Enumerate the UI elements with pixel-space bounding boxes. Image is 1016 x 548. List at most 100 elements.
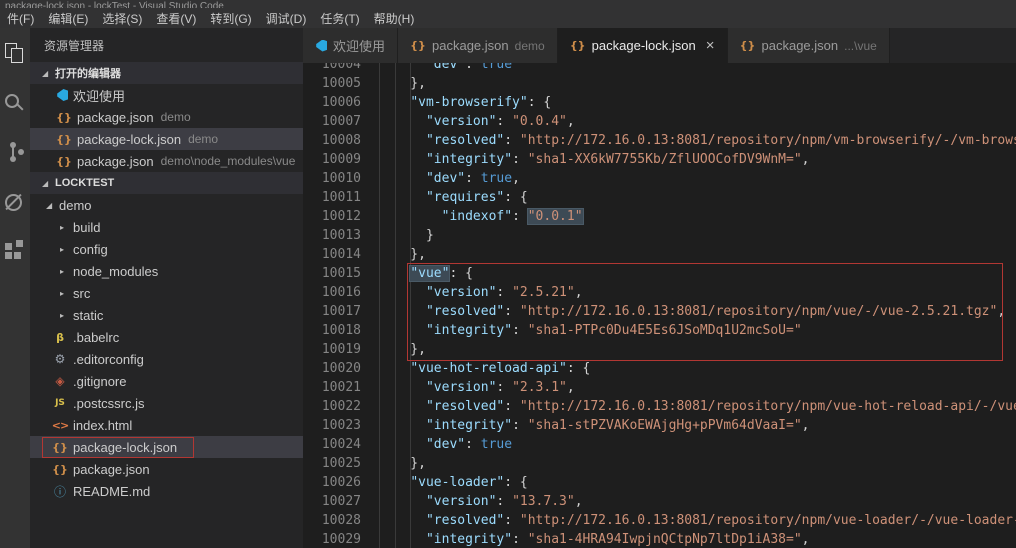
code-line[interactable]: 10026 "vue-loader": { [303, 473, 1016, 492]
line-number: 10028 [321, 513, 361, 528]
menu-item[interactable]: 编辑(E) [41, 10, 95, 27]
folder-node_modules[interactable]: ▸ node_modules [30, 260, 303, 282]
open-editor-item[interactable]: {} package.json demo\node_modules\vue [30, 150, 303, 172]
code-line[interactable]: 10006 "vm-browserify": { [303, 93, 1016, 112]
code-line[interactable]: 10021 "version": "2.3.1", [303, 378, 1016, 397]
folder-demo[interactable]: ◢ demo [30, 194, 303, 216]
line-number: 10006 [321, 95, 361, 110]
line-content: "resolved": "http://172.16.0.13:8081/rep… [425, 399, 1016, 414]
window-title: package-lock.json - lockTest - Visual St… [5, 1, 224, 8]
code-line[interactable]: 10018 "integrity": "sha1-PTPc0Du4E5Es6JS… [303, 321, 1016, 340]
row-label: config [73, 241, 108, 257]
code-line[interactable]: 10013 } [303, 226, 1016, 245]
source-control-icon[interactable] [3, 142, 25, 164]
close-icon[interactable]: × [706, 37, 715, 54]
file-.editorconfig[interactable]: ⚙ .editorconfig [30, 348, 303, 370]
code-line[interactable]: 10017 "resolved": "http://172.16.0.13:80… [303, 302, 1016, 321]
code-area[interactable]: 10004 "dev": true 10005 }, 10006 "vm-brows… [303, 63, 1016, 548]
folder-static[interactable]: ▸ static [30, 304, 303, 326]
editor[interactable]: 10004 "dev": true 10005 }, 10006 "vm-brows… [303, 63, 1016, 548]
tab-欢迎使用[interactable]: 欢迎使用 [303, 28, 399, 63]
file-.babelrc[interactable]: β .babelrc [30, 326, 303, 348]
file-.postcssrc.js[interactable]: JS .postcssrc.js [30, 392, 303, 414]
json-icon: {} [52, 462, 68, 476]
folder-build[interactable]: ▸ build [30, 216, 303, 238]
code-line[interactable]: 10007 "version": "0.0.4", [303, 112, 1016, 131]
tab-package.json[interactable]: {} package.json ...\vue [727, 28, 890, 63]
row-label: README.md [73, 483, 151, 499]
line-number: 10011 [321, 190, 361, 205]
line-content: }, [379, 342, 426, 357]
code-line[interactable]: 10015 "vue": { [303, 264, 1016, 283]
tab-package.json[interactable]: {} package.json demo [398, 28, 558, 63]
editorconfig-icon: ⚙ [54, 352, 66, 366]
menu-item[interactable]: 调试(D) [259, 10, 314, 27]
folder-src[interactable]: ▸ src [30, 282, 303, 304]
line-number: 10022 [321, 399, 361, 414]
code-line[interactable]: 10005 }, [303, 74, 1016, 93]
line-content: "indexof": "0.0.1" [441, 209, 583, 224]
file-README.md[interactable]: ⓘ README.md [30, 480, 303, 502]
code-line[interactable]: 10029 "integrity": "sha1-4HRA94IwpjnQCtp… [303, 530, 1016, 548]
menu-item[interactable]: 件(F) [0, 10, 41, 27]
open-editors-header[interactable]: ◢ 打开的编辑器 [30, 62, 303, 84]
line-content: "vue-hot-reload-api": { [410, 361, 591, 376]
git-icon: ◈ [55, 374, 65, 388]
menu-bar: 件(F) 编辑(E) 选择(S) 查看(V) 转到(G) 调试(D) 任务(T) 帮助(H) [0, 8, 1016, 28]
tree-header[interactable]: ◢ LOCKTEST [30, 172, 303, 194]
chevron-down-icon: ◢ [42, 68, 49, 78]
json-icon: {} [569, 39, 586, 52]
line-content: "integrity": "sha1-XX6kW7755Kb/ZflUOOCof… [425, 152, 810, 167]
line-number: 10014 [321, 247, 361, 262]
open-editor-item[interactable]: {} package.json demo [30, 106, 303, 128]
folder-config[interactable]: ▸ config [30, 238, 303, 260]
title-bar: package-lock.json - lockTest - Visual St… [0, 0, 1016, 8]
line-content: "requires": { [425, 190, 528, 205]
code-line[interactable]: 10022 "resolved": "http://172.16.0.13:80… [303, 397, 1016, 416]
line-number: 10018 [321, 323, 361, 338]
open-editor-item[interactable]: 欢迎使用 [30, 84, 303, 106]
line-number: 10004 [321, 63, 361, 72]
code-line[interactable]: 10024 "dev": true [303, 435, 1016, 454]
code-line[interactable]: 10012 "indexof": "0.0.1" [303, 207, 1016, 226]
debug-icon[interactable] [3, 192, 25, 214]
menu-item[interactable]: 转到(G) [203, 10, 258, 27]
code-line[interactable]: 10020 "vue-hot-reload-api": { [303, 359, 1016, 378]
line-content: "resolved": "http://172.16.0.13:8081/rep… [425, 513, 1016, 528]
code-line[interactable]: 10011 "requires": { [303, 188, 1016, 207]
code-line[interactable]: 10023 "integrity": "sha1-stPZVAKoEWAjgHg… [303, 416, 1016, 435]
row-label: package-lock.json [77, 131, 182, 147]
code-line[interactable]: 10016 "version": "2.5.21", [303, 283, 1016, 302]
line-number: 10005 [321, 76, 361, 91]
code-line[interactable]: 10027 "version": "13.7.3", [303, 492, 1016, 511]
menu-item[interactable]: 选择(S) [95, 10, 149, 27]
tree-header-label: LOCKTEST [55, 177, 115, 189]
file-.gitignore[interactable]: ◈ .gitignore [30, 370, 303, 392]
row-detail: demo [188, 132, 219, 146]
open-editor-item[interactable]: {} package-lock.json demo [30, 128, 303, 150]
code-line[interactable]: 10004 "dev": true [303, 63, 1016, 74]
code-line[interactable]: 10009 "integrity": "sha1-XX6kW7755Kb/Zfl… [303, 150, 1016, 169]
line-number: 10027 [321, 494, 361, 509]
extensions-icon[interactable] [3, 240, 25, 262]
code-line[interactable]: 10008 "resolved": "http://172.16.0.13:80… [303, 131, 1016, 150]
code-line[interactable]: 10028 "resolved": "http://172.16.0.13:80… [303, 511, 1016, 530]
line-content: "resolved": "http://172.16.0.13:8081/rep… [425, 304, 1006, 319]
explorer-icon[interactable] [3, 42, 25, 64]
file-index.html[interactable]: <> index.html [30, 414, 303, 436]
menu-item[interactable]: 查看(V) [149, 10, 203, 27]
code-line[interactable]: 10025 }, [303, 454, 1016, 473]
line-content: "dev": true [425, 437, 513, 452]
html-icon: <> [51, 418, 69, 432]
search-icon[interactable] [3, 92, 25, 114]
code-line[interactable]: 10014 }, [303, 245, 1016, 264]
json-icon: {} [56, 110, 72, 124]
file-package-lock.json[interactable]: {} package-lock.json [30, 436, 303, 458]
code-line[interactable]: 10019 }, [303, 340, 1016, 359]
tab-package-lock.json[interactable]: {} package-lock.json × [557, 28, 728, 63]
code-line[interactable]: 10010 "dev": true, [303, 169, 1016, 188]
file-package.json[interactable]: {} package.json [30, 458, 303, 480]
line-number: 10025 [321, 456, 361, 471]
menu-item[interactable]: 帮助(H) [367, 10, 422, 27]
menu-item[interactable]: 任务(T) [313, 10, 366, 27]
